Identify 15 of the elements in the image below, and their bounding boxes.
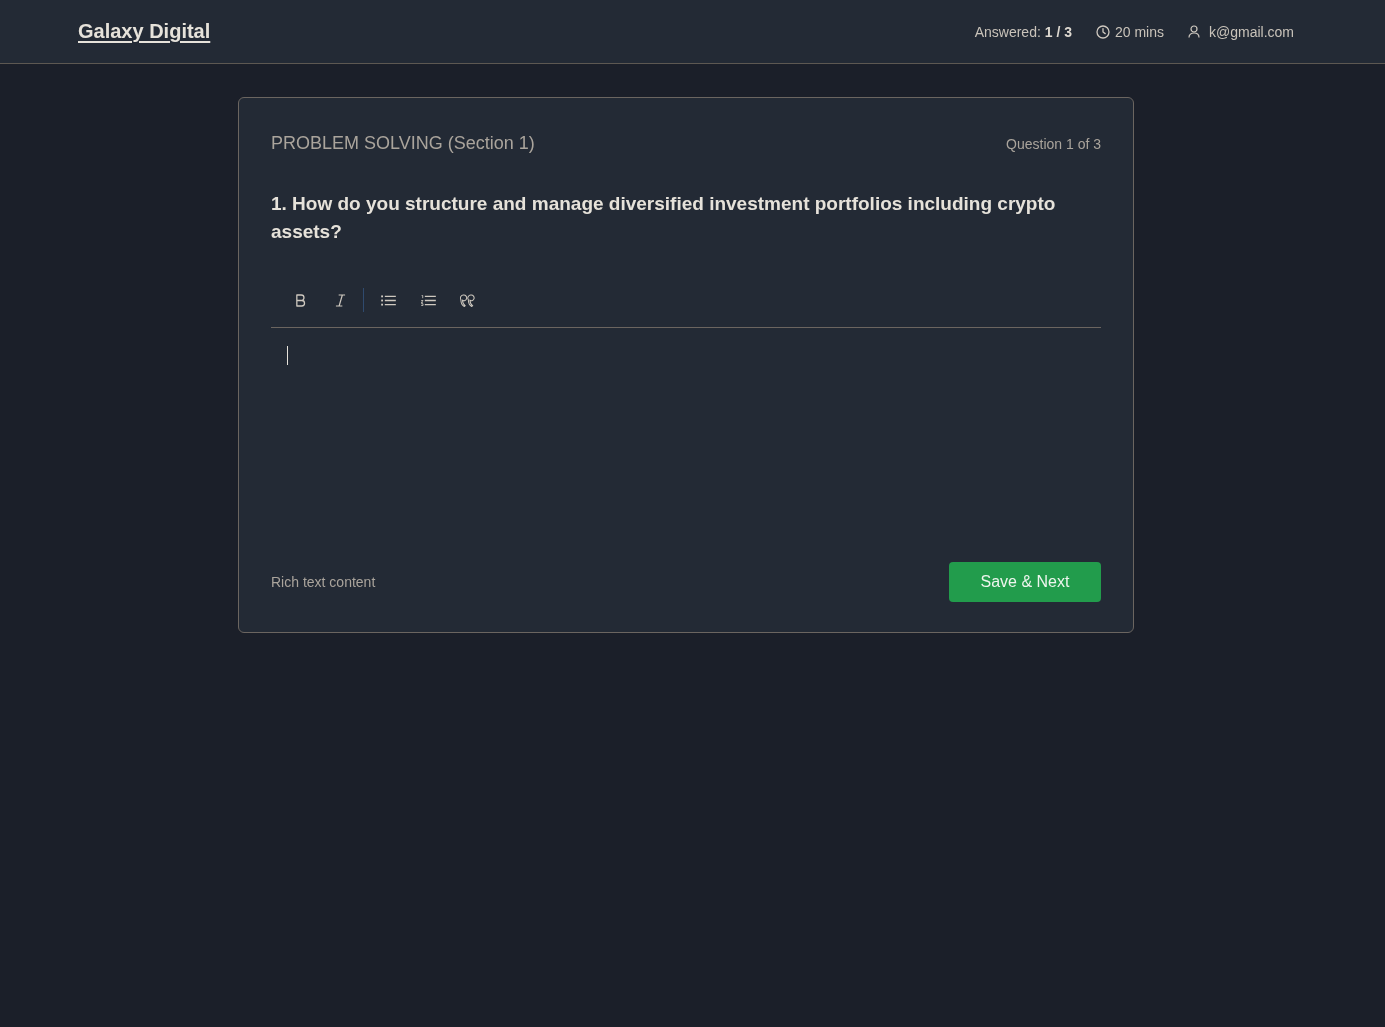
logo-link[interactable]: Galaxy Digital: [78, 20, 211, 43]
quote-icon: [460, 293, 476, 307]
answered-count: Answered: 1 / 3: [974, 23, 1072, 40]
italic-icon: [334, 293, 346, 307]
question-counter: Question 1 of 3: [1006, 135, 1101, 152]
question-text: 1. How do you structure and manage diversified investment portfolios including crypto assets?: [271, 192, 1057, 244]
bullet-list-icon: [380, 294, 396, 306]
numbered-list-icon: [420, 294, 436, 306]
editor-caption: Rich text content: [271, 574, 376, 590]
bold-icon: [294, 293, 306, 307]
user-icon: [1188, 25, 1200, 38]
user-email: k@gmail.com: [1209, 23, 1294, 40]
timer-text: 20 mins: [1114, 23, 1164, 40]
clock-icon: [1095, 24, 1110, 39]
section-title: PROBLEM SOLVING (Section 1): [271, 133, 535, 154]
